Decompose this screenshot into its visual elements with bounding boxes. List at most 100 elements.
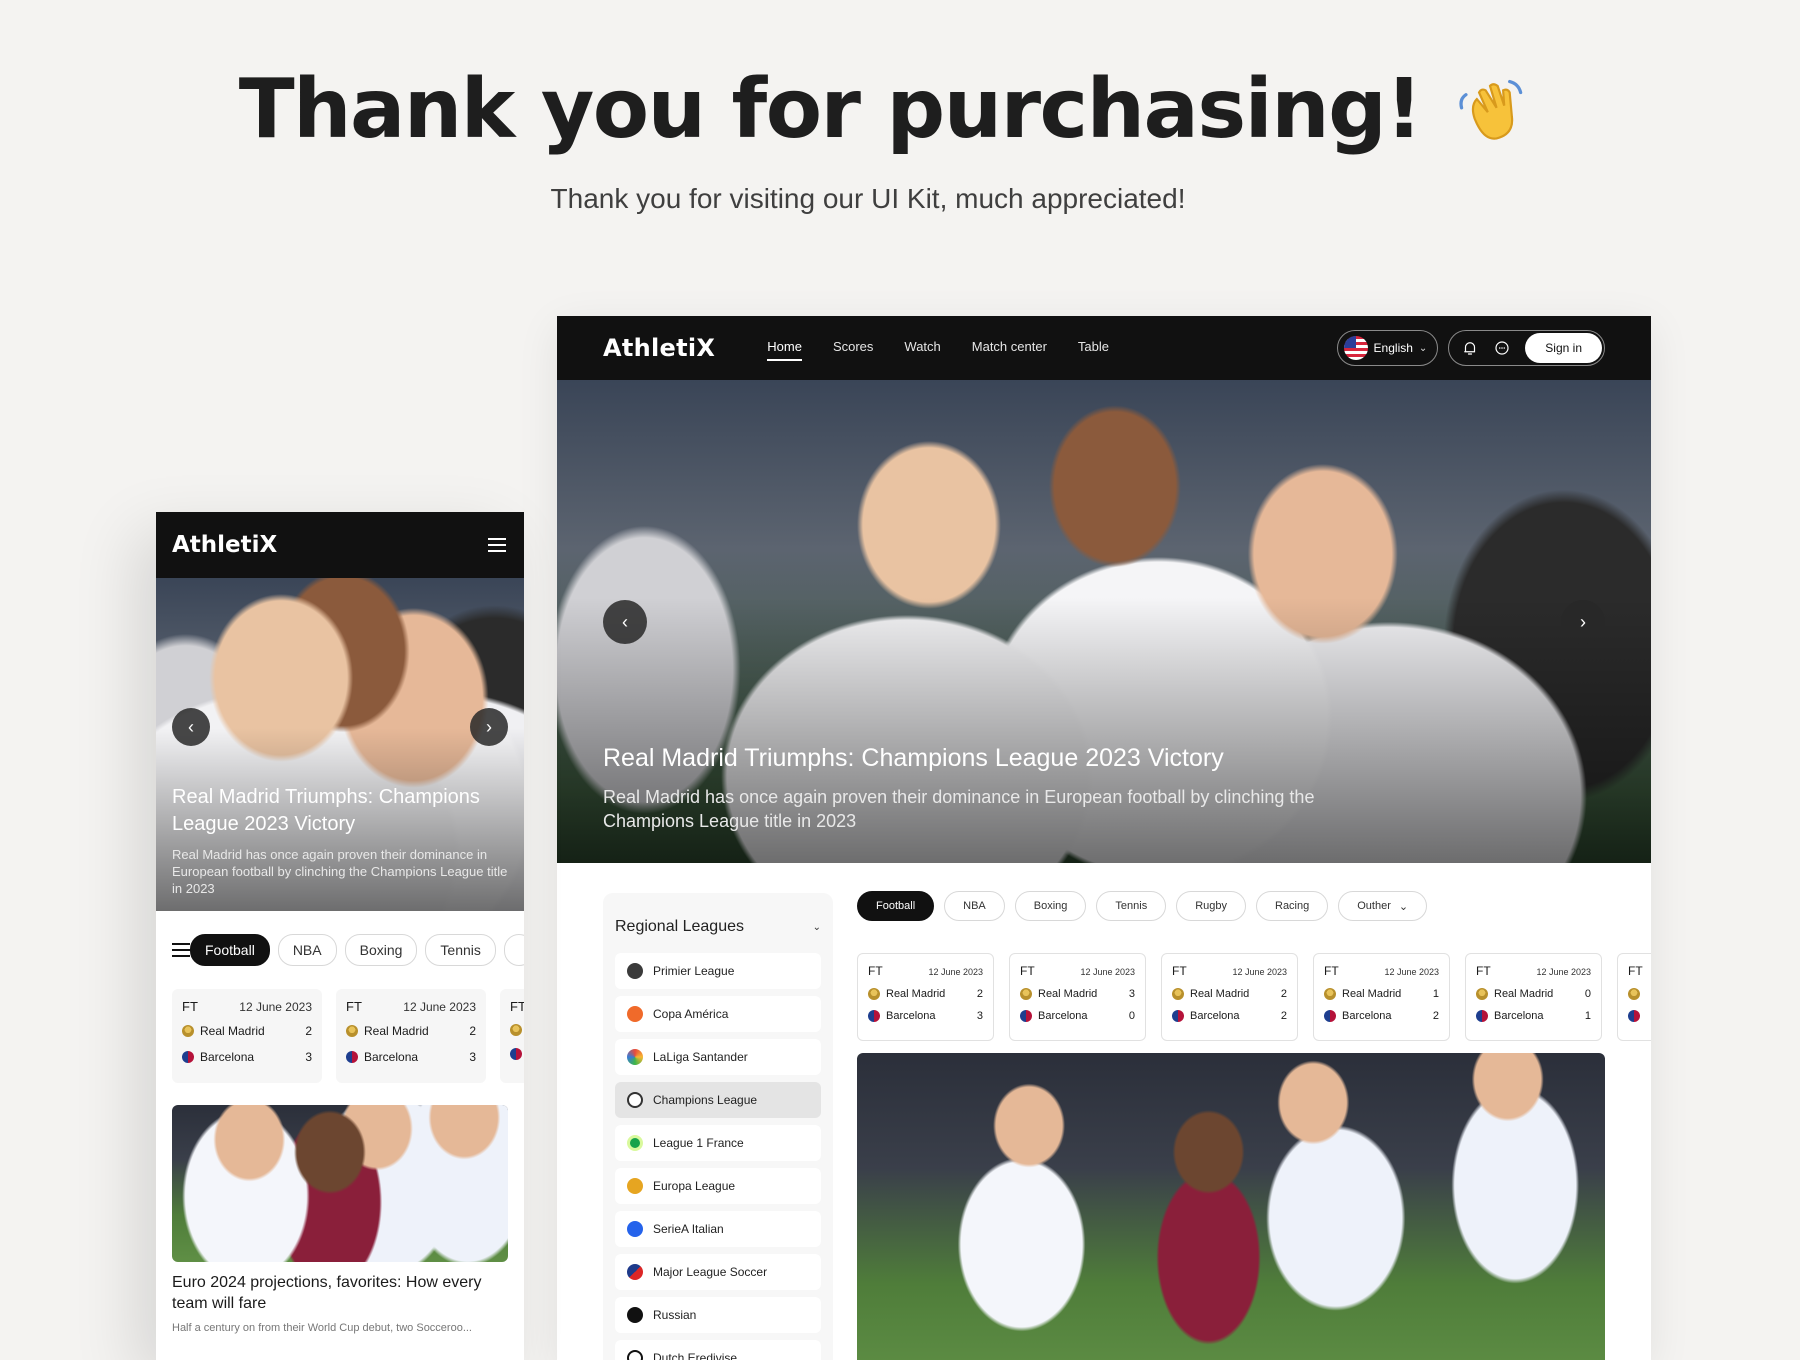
chevron-down-icon: ⌄ [1398, 900, 1409, 913]
menu-icon[interactable] [488, 538, 506, 552]
score-card-header: FT 12 June 2023 [1172, 964, 1287, 978]
news-image[interactable] [172, 1105, 508, 1262]
league-item[interactable]: Primier League [615, 953, 821, 989]
score-card[interactable]: FT 12 June 2023 Real Madrid 2 Barcelona 3 [336, 989, 486, 1083]
copa-america-icon [627, 1006, 643, 1022]
carousel-prev-button[interactable]: ‹ [603, 600, 647, 644]
news-image[interactable] [857, 1053, 1605, 1360]
league-item[interactable]: League 1 France [615, 1125, 821, 1161]
score-card[interactable]: FT 12 June 2023 Real Madrid 2 Barcelona 3 [857, 953, 994, 1041]
hero-caption: Real Madrid Triumphs: Champions League 2… [172, 784, 508, 897]
real-madrid-crest-icon [1172, 988, 1184, 1000]
league-item[interactable]: SerieA Italian [615, 1211, 821, 1247]
nav-table[interactable]: Table [1078, 335, 1109, 361]
logo[interactable]: AthletiX [603, 334, 715, 362]
barcelona-crest-icon [1020, 1010, 1032, 1022]
real-madrid-crest-icon [868, 988, 880, 1000]
tab-football[interactable]: Football [190, 934, 270, 966]
mobile-mockup: AthletiX ‹ › Real Madrid Triumphs: Champ… [156, 512, 524, 1360]
league-item-active[interactable]: Champions League [615, 1082, 821, 1118]
league-item[interactable]: Europa League [615, 1168, 821, 1204]
home-team-row: Real Madrid 2 [1172, 988, 1287, 1000]
league-item[interactable]: Copa América [615, 996, 821, 1032]
page-title: Thank you for purchasing! [238, 62, 1423, 157]
home-team-row [510, 1024, 524, 1036]
bell-icon[interactable] [1461, 339, 1479, 357]
logo[interactable]: AthletiX [172, 532, 277, 558]
laliga-icon [627, 1049, 643, 1065]
language-selector[interactable]: English ⌄ [1336, 330, 1439, 366]
team-score: 3 [976, 1010, 983, 1022]
champions-league-icon [627, 1092, 643, 1108]
tab-nba[interactable]: NBA [277, 934, 337, 966]
mobile-navbar: AthletiX [156, 512, 524, 578]
tab-racing[interactable]: Racing [1256, 891, 1329, 921]
tab-rugby[interactable]: Rugby [1176, 891, 1246, 921]
barcelona-crest-icon [868, 1010, 880, 1022]
match-status: FT [1324, 964, 1339, 978]
carousel-prev-button[interactable]: ‹ [172, 708, 210, 746]
hero-title[interactable]: Real Madrid Triumphs: Champions League 2… [172, 784, 508, 838]
score-card[interactable]: FT 12 June 2023 Real Madrid 1 Barcelona 2 [1313, 953, 1450, 1041]
news-card[interactable]: Euro 2024 projections, favorites: How ev… [156, 1083, 524, 1334]
league-item[interactable]: Russian [615, 1297, 821, 1333]
tab-boxing[interactable]: Boxing [344, 934, 418, 966]
real-madrid-crest-icon [346, 1025, 358, 1037]
tab-boxing[interactable]: Boxing [1014, 891, 1087, 921]
score-card[interactable]: FT 12 June 2023 Real Madrid 3 Barcelona 0 [1009, 953, 1146, 1041]
carousel-next-button[interactable]: › [470, 708, 508, 746]
sport-tabs: Football NBA Boxing Tennis Rugby Racing … [857, 891, 1428, 921]
score-card[interactable]: FT [1617, 953, 1651, 1041]
leagues-dropdown[interactable]: Regional Leagues ⌄ [615, 901, 821, 953]
tab-other-dropdown[interactable]: Outher ⌄ [1338, 891, 1428, 921]
nav-scores[interactable]: Scores [833, 335, 873, 361]
team-name: Real Madrid [1494, 988, 1554, 1000]
score-card-header: FT [510, 999, 524, 1014]
leagues-sidebar: Regional Leagues ⌄ Primier League Copa A… [603, 893, 833, 1360]
tab-nba[interactable]: NBA [944, 891, 1005, 921]
chat-icon[interactable] [1493, 339, 1511, 357]
europa-league-icon [627, 1178, 643, 1194]
match-date: 12 June 2023 [1232, 967, 1287, 977]
league-item[interactable]: Dutch Eredivise [615, 1340, 821, 1360]
team-score: 0 [1584, 988, 1591, 1000]
match-status: FT [346, 999, 362, 1014]
tab-tennis[interactable]: Tennis [425, 934, 496, 966]
league-label: Russian [653, 1308, 697, 1322]
score-card[interactable]: FT [500, 989, 524, 1083]
match-status: FT [510, 999, 524, 1014]
carousel-next-button[interactable]: › [1561, 600, 1605, 644]
waving-hand-icon [1459, 79, 1523, 140]
score-card[interactable]: FT 12 June 2023 Real Madrid 2 Barcelona 2 [1161, 953, 1298, 1041]
score-card[interactable]: FT 12 June 2023 Real Madrid 2 Barcelona 3 [172, 989, 322, 1083]
nav-match-center[interactable]: Match center [972, 335, 1047, 361]
match-date: 12 June 2023 [928, 967, 983, 977]
match-date: 12 June 2023 [239, 1000, 312, 1014]
match-status: FT [1476, 964, 1491, 978]
sign-in-button[interactable]: Sign in [1525, 333, 1602, 363]
tab-more[interactable] [503, 934, 524, 966]
ligue-1-icon [627, 1135, 643, 1151]
away-team-row: Barcelona 3 [182, 1050, 312, 1064]
team-score: 2 [305, 1024, 312, 1038]
news-title[interactable]: Euro 2024 projections, favorites: How ev… [172, 1272, 508, 1314]
tab-football[interactable]: Football [857, 891, 935, 921]
league-item[interactable]: LaLiga Santander [615, 1039, 821, 1075]
away-team-row: Barcelona 2 [1324, 1010, 1439, 1022]
nav-home[interactable]: Home [767, 335, 802, 361]
away-team-row: Barcelona 0 [1020, 1010, 1135, 1022]
hero-title[interactable]: Real Madrid Triumphs: Champions League 2… [603, 744, 1383, 773]
score-card-header: FT [1628, 964, 1651, 978]
barcelona-crest-icon [1476, 1010, 1488, 1022]
tab-tennis[interactable]: Tennis [1096, 891, 1167, 921]
league-item[interactable]: Major League Soccer [615, 1254, 821, 1290]
nav-watch[interactable]: Watch [904, 335, 940, 361]
score-strip: FT 12 June 2023 Real Madrid 2 Barcelona 3 FT 12… [857, 953, 1651, 1041]
league-label: Europa League [653, 1179, 736, 1193]
team-name: Real Madrid [200, 1024, 265, 1038]
league-label: Dutch Eredivise [653, 1351, 738, 1360]
team-score: 0 [1128, 1010, 1135, 1022]
score-card[interactable]: FT 12 June 2023 Real Madrid 0 Barcelona 1 [1465, 953, 1602, 1041]
top-navbar: AthletiX Home Scores Watch Match center … [557, 316, 1651, 380]
away-team-row: Barcelona 3 [868, 1010, 983, 1022]
